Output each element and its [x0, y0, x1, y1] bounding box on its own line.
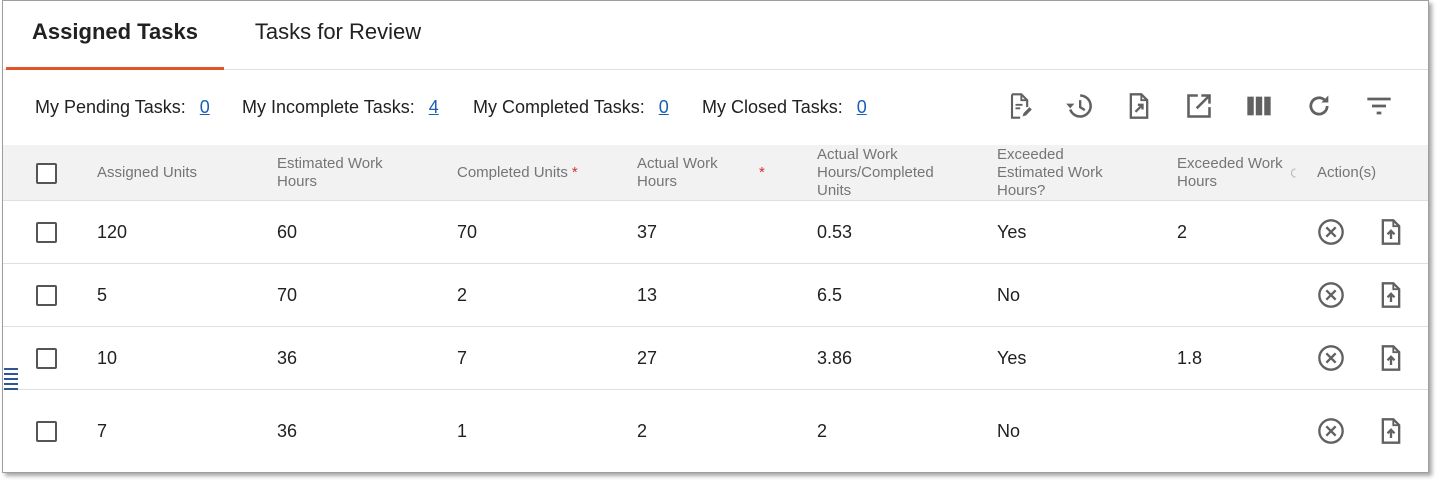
row-select-checkbox[interactable]: [36, 285, 57, 306]
filter-icon[interactable]: [1362, 89, 1396, 123]
export-icon[interactable]: [1122, 89, 1156, 123]
column-header-assigned-units[interactable]: Assigned Units: [97, 145, 197, 200]
cell-actual-hours-per-unit: 2: [817, 420, 828, 441]
column-header-actual-hours-per-unit[interactable]: Actual Work Hours/Completed Units: [817, 145, 934, 200]
cell-completed-units: 2: [457, 284, 468, 305]
cancel-task-icon[interactable]: [1316, 217, 1346, 247]
incomplete-tasks-label: My Incomplete Tasks:: [242, 97, 415, 117]
cell-completed-units: 1: [457, 420, 468, 441]
tab-assigned-tasks[interactable]: Assigned Tasks: [6, 1, 224, 70]
completed-tasks-summary: My Completed Tasks: 0: [473, 97, 669, 118]
cell-estimated-work-hours: 36: [277, 420, 298, 441]
cancel-task-icon[interactable]: [1316, 280, 1346, 310]
closed-tasks-count-link[interactable]: 0: [857, 97, 867, 117]
cell-assigned-units: 10: [97, 347, 118, 368]
upload-file-icon[interactable]: [1376, 416, 1406, 446]
pending-tasks-summary: My Pending Tasks: 0: [35, 97, 210, 118]
cell-estimated-work-hours: 60: [277, 221, 298, 242]
tasks-panel: Assigned Tasks Tasks for Review My Pendi…: [2, 0, 1429, 473]
row-select-checkbox[interactable]: [36, 421, 57, 442]
cell-actual-hours-per-unit: 6.5: [817, 284, 843, 305]
cell-estimated-work-hours: 36: [277, 347, 298, 368]
column-header-estimated-work-hours[interactable]: Estimated Work Hours: [277, 145, 383, 200]
cancel-task-icon[interactable]: [1316, 416, 1346, 446]
table-row: 5 70 2 13 6.5 No: [3, 264, 1428, 327]
table-row: 7 36 1 2 2 No: [3, 390, 1428, 472]
pending-tasks-label: My Pending Tasks:: [35, 97, 186, 117]
column-header-exceeded-estimated[interactable]: Exceeded Estimated Work Hours?: [997, 145, 1103, 200]
cell-assigned-units: 5: [97, 284, 108, 305]
column-header-exceeded-work-hours[interactable]: Exceeded Work Hours: [1177, 145, 1283, 200]
incomplete-tasks-count-link[interactable]: 4: [429, 97, 439, 117]
cancel-task-icon[interactable]: [1316, 343, 1346, 373]
required-indicator: *: [759, 163, 765, 181]
table-row: 10 36 7 27 3.86 Yes 1.8: [3, 327, 1428, 390]
upload-file-icon[interactable]: [1376, 217, 1406, 247]
column-resize-handle[interactable]: [1289, 145, 1297, 200]
incomplete-tasks-summary: My Incomplete Tasks: 4: [242, 97, 439, 118]
cell-actual-hours-per-unit: 0.53: [817, 221, 853, 242]
cell-exceeded-work-hours: 2: [1177, 221, 1188, 242]
cell-exceeded-estimated: Yes: [997, 347, 1027, 368]
row-select-checkbox[interactable]: [36, 348, 57, 369]
open-external-icon[interactable]: [1182, 89, 1216, 123]
select-all-checkbox[interactable]: [36, 163, 57, 184]
cell-actual-work-hours: 27: [637, 347, 658, 368]
refresh-icon[interactable]: [1302, 89, 1336, 123]
cell-completed-units: 7: [457, 347, 468, 368]
list-panel-toggle-icon[interactable]: [3, 365, 21, 391]
upload-file-icon[interactable]: [1376, 280, 1406, 310]
cell-exceeded-work-hours: 1.8: [1177, 347, 1203, 368]
cell-actual-work-hours: 2: [637, 420, 648, 441]
closed-tasks-summary: My Closed Tasks: 0: [702, 97, 867, 118]
cell-assigned-units: 120: [97, 221, 128, 242]
cell-actual-hours-per-unit: 3.86: [817, 347, 853, 368]
cell-assigned-units: 7: [97, 420, 108, 441]
tab-bar: Assigned Tasks Tasks for Review: [3, 1, 1428, 70]
closed-tasks-label: My Closed Tasks:: [702, 97, 843, 117]
cell-exceeded-estimated: Yes: [997, 221, 1027, 242]
columns-icon[interactable]: [1242, 89, 1276, 123]
cell-exceeded-estimated: No: [997, 284, 1021, 305]
cell-estimated-work-hours: 70: [277, 284, 298, 305]
pending-tasks-count-link[interactable]: 0: [200, 97, 210, 117]
cell-completed-units: 70: [457, 221, 478, 242]
column-header-actions: Action(s): [1317, 163, 1377, 181]
history-icon[interactable]: [1062, 89, 1096, 123]
column-header-actual-work-hours[interactable]: Actual Work Hours: [637, 145, 718, 200]
task-summary-bar: My Pending Tasks: 0 My Incomplete Tasks: 4…: [3, 83, 1428, 133]
cell-actual-work-hours: 13: [637, 284, 658, 305]
required-indicator: *: [571, 163, 578, 181]
cell-exceeded-estimated: No: [997, 420, 1021, 441]
cell-actual-work-hours: 37: [637, 221, 658, 242]
table-header: Assigned Units Estimated Work Hours Compl…: [3, 145, 1428, 201]
table-row: 120 60 70 37 0.53 Yes 2: [3, 201, 1428, 264]
upload-file-icon[interactable]: [1376, 343, 1406, 373]
edit-document-icon[interactable]: [1002, 89, 1036, 123]
column-header-completed-units[interactable]: Completed Units *: [457, 145, 578, 200]
completed-tasks-label: My Completed Tasks:: [473, 97, 645, 117]
tab-tasks-for-review[interactable]: Tasks for Review: [224, 1, 452, 67]
row-select-checkbox[interactable]: [36, 222, 57, 243]
completed-tasks-count-link[interactable]: 0: [659, 97, 669, 117]
